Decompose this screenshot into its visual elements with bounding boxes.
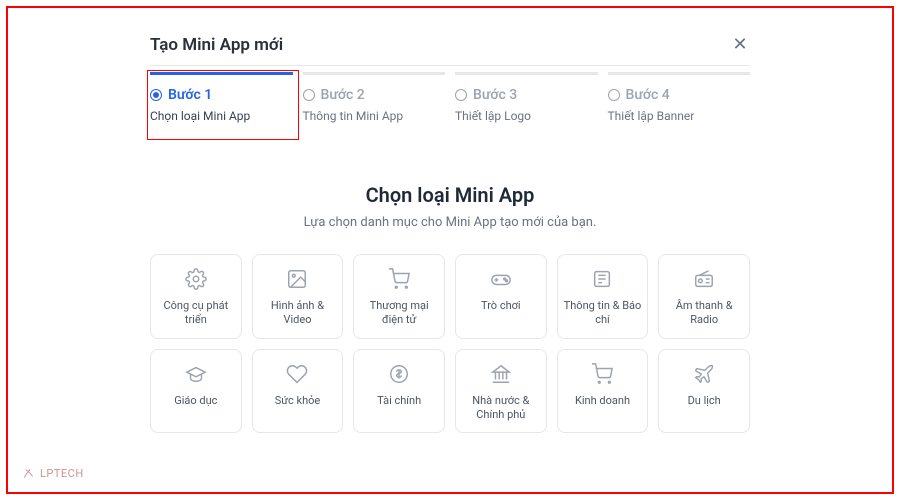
close-icon[interactable]: ✕ xyxy=(730,34,750,55)
graduation-icon xyxy=(184,362,208,386)
section-sub: Lựa chọn danh mục cho Mini App tạo mới c… xyxy=(150,215,750,230)
category-travel[interactable]: Du lịch xyxy=(658,349,750,434)
section-heading: Chọn loại Mini App xyxy=(150,183,750,207)
category-games[interactable]: Trò chơi xyxy=(455,254,547,339)
radio-icon xyxy=(455,89,467,101)
news-icon xyxy=(590,267,614,291)
category-label: Trò chơi xyxy=(481,299,521,313)
category-label: Công cụ phát triển xyxy=(155,299,237,328)
category-label: Du lịch xyxy=(688,394,721,408)
red-frame: Tạo Mini App mới ✕ Bước 1 Chọn loại Mini… xyxy=(6,6,894,494)
step-label: Bước 4 xyxy=(626,87,670,103)
category-label: Thông tin & Báo chí xyxy=(562,299,644,328)
category-audio-radio[interactable]: Âm thanh & Radio xyxy=(658,254,750,339)
bank-icon xyxy=(489,362,513,386)
step-sub: Thiết lập Banner xyxy=(608,109,751,123)
cart-icon xyxy=(387,267,411,291)
category-label: Sức khỏe xyxy=(275,394,321,408)
steps-bar: Bước 1 Chọn loại Mini App Bước 2 Thông t… xyxy=(150,72,750,123)
category-label: Thương mại điện tử xyxy=(358,299,440,328)
category-label: Âm thanh & Radio xyxy=(663,299,745,328)
gamepad-icon xyxy=(489,267,513,291)
step-label: Bước 2 xyxy=(321,87,365,103)
category-government[interactable]: Nhà nước & Chính phủ xyxy=(455,349,547,434)
radio-icon xyxy=(692,267,716,291)
radio-icon xyxy=(608,89,620,101)
category-grid: Công cụ phát triển Hình ảnh & Video Thươ… xyxy=(150,254,750,433)
heart-icon xyxy=(285,362,309,386)
step-sub: Thông tin Mini App xyxy=(303,109,446,123)
watermark: LPTECH xyxy=(22,466,84,480)
step-sub: Thiết lập Logo xyxy=(455,109,598,123)
gear-icon xyxy=(184,267,208,291)
category-news[interactable]: Thông tin & Báo chí xyxy=(557,254,649,339)
watermark-text: LPTECH xyxy=(40,467,84,480)
image-icon xyxy=(285,267,309,291)
dialog-title: Tạo Mini App mới xyxy=(150,35,283,55)
dollar-icon xyxy=(387,362,411,386)
step-2[interactable]: Bước 2 Thông tin Mini App xyxy=(303,72,446,123)
category-finance[interactable]: Tài chính xyxy=(353,349,445,434)
step-4[interactable]: Bước 4 Thiết lập Banner xyxy=(608,72,751,123)
category-label: Giáo dục xyxy=(174,394,217,408)
category-label: Tài chính xyxy=(377,394,421,408)
plane-icon xyxy=(692,362,716,386)
category-education[interactable]: Giáo dục xyxy=(150,349,242,434)
choose-type-section: Chọn loại Mini App Lựa chọn danh mục cho… xyxy=(150,183,750,433)
category-ecommerce[interactable]: Thương mại điện tử xyxy=(353,254,445,339)
category-image-video[interactable]: Hình ảnh & Video xyxy=(252,254,344,339)
category-business[interactable]: Kinh doanh xyxy=(557,349,649,434)
shop-cart-icon xyxy=(590,362,614,386)
category-dev-tools[interactable]: Công cụ phát triển xyxy=(150,254,242,339)
dialog-header: Tạo Mini App mới ✕ xyxy=(150,28,750,66)
create-miniapp-dialog: Tạo Mini App mới ✕ Bước 1 Chọn loại Mini… xyxy=(150,28,750,433)
step-1[interactable]: Bước 1 Chọn loại Mini App xyxy=(150,72,293,123)
category-label: Kinh doanh xyxy=(575,394,630,408)
step-sub: Chọn loại Mini App xyxy=(150,109,293,123)
step-label: Bước 1 xyxy=(168,87,212,103)
radio-icon xyxy=(150,89,162,101)
step-label: Bước 3 xyxy=(473,87,517,103)
category-label: Hình ảnh & Video xyxy=(257,299,339,328)
step-3[interactable]: Bước 3 Thiết lập Logo xyxy=(455,72,598,123)
radio-icon xyxy=(303,89,315,101)
category-health[interactable]: Sức khỏe xyxy=(252,349,344,434)
category-label: Nhà nước & Chính phủ xyxy=(460,394,542,423)
